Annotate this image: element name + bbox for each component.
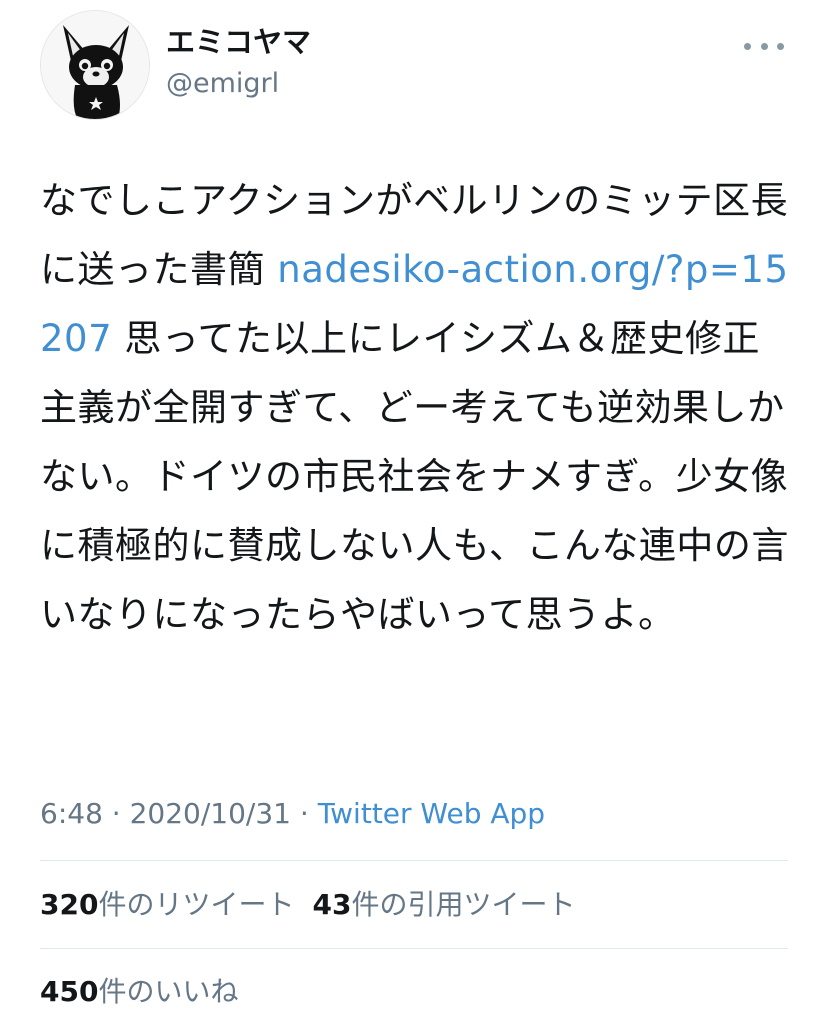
tweet-header: エミコヤマ @emigrl <box>40 10 788 120</box>
stats-row-retweets: 320件のリツイート 43件の引用ツイート <box>40 885 593 925</box>
quotes-stat[interactable]: 43件の引用ツイート <box>312 885 575 925</box>
more-horizontal-icon <box>744 36 784 56</box>
user-handle[interactable]: @emigrl <box>166 66 311 102</box>
retweets-count: 320 <box>40 888 99 921</box>
avatar[interactable] <box>40 10 150 120</box>
divider <box>40 860 788 861</box>
tweet-meta: 6:48 · 2020/10/31 · Twitter Web App <box>40 794 545 834</box>
stats-row-likes: 450件のいいね <box>40 972 256 1012</box>
author-names: エミコヤマ @emigrl <box>166 24 311 102</box>
tweet-date[interactable]: 2020/10/31 <box>130 797 291 830</box>
retweets-label: 件のリツイート <box>98 888 295 921</box>
tweet-time[interactable]: 6:48 <box>40 797 103 830</box>
quotes-label: 件の引用ツイート <box>351 888 576 921</box>
meta-separator-1: · <box>102 797 130 830</box>
divider <box>40 948 788 949</box>
display-name[interactable]: エミコヤマ <box>166 24 311 60</box>
tweet-text-part-2: 思ってた以上にレイシズム＆歴史修正主義が全開すぎて、どー考えても逆効果しかない。… <box>40 317 789 636</box>
likes-stat[interactable]: 450件のいいね <box>40 972 238 1012</box>
quotes-count: 43 <box>312 888 352 921</box>
likes-label: 件のいいね <box>98 975 239 1008</box>
tweet-detail: エミコヤマ @emigrl なでしこアクションがベルリンのミッテ区長に送った書簡… <box>0 0 828 1022</box>
likes-count: 450 <box>40 975 99 1008</box>
tweet-source[interactable]: Twitter Web App <box>318 797 545 830</box>
tweet-text: なでしこアクションがベルリンのミッテ区長に送った書簡 nadesiko-acti… <box>40 166 790 649</box>
meta-separator-2: · <box>290 797 318 830</box>
more-options-button[interactable] <box>744 36 784 56</box>
retweets-stat[interactable]: 320件のリツイート <box>40 885 294 925</box>
chihuahua-avatar-icon <box>41 11 149 119</box>
